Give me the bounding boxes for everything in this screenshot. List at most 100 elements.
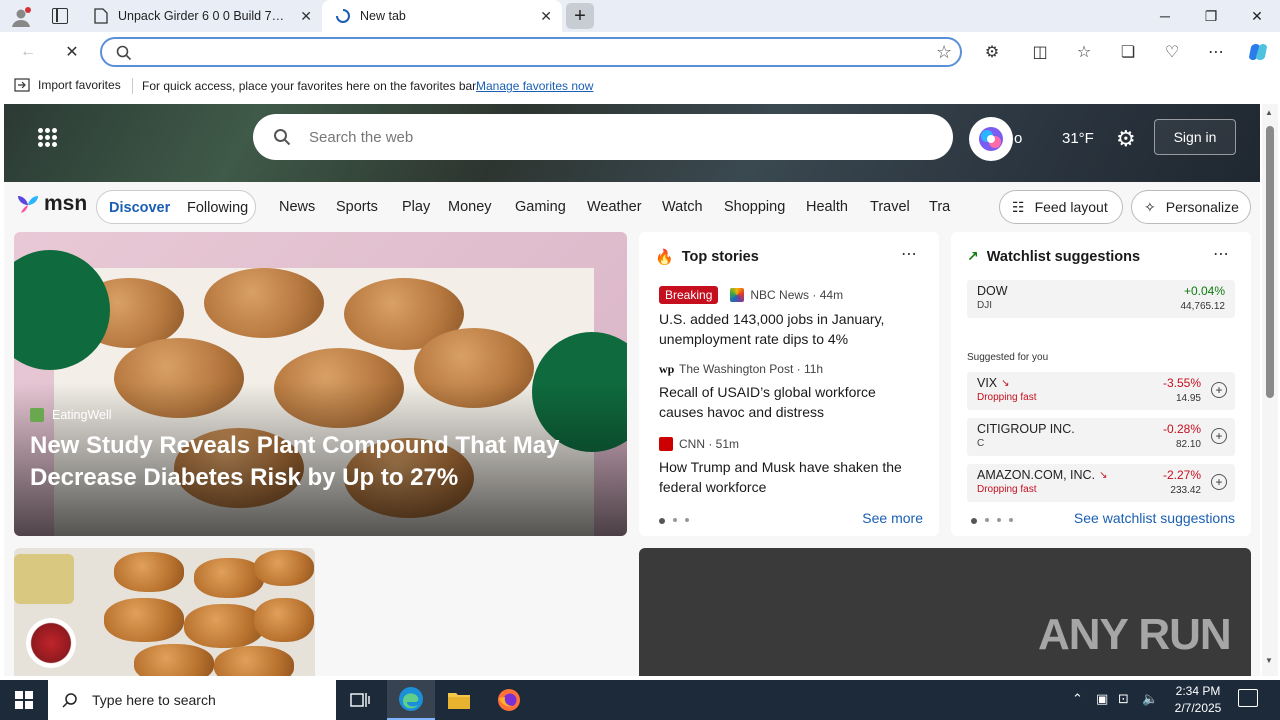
taskbar-file-explorer[interactable] (435, 680, 483, 720)
import-favorites-label: Import favorites (38, 78, 121, 92)
nav-watch[interactable]: Watch (662, 199, 703, 215)
add-to-watchlist-button[interactable]: + (1211, 474, 1227, 490)
stock-row-amazon[interactable]: AMAZON.COM, INC. ↘ Dropping fast -2.27% 2… (967, 464, 1235, 502)
carousel-pager[interactable] (971, 518, 1013, 524)
taskbar-clock[interactable]: 2:34 PM 2/7/2025 (1168, 683, 1228, 717)
nav-truncated[interactable]: Tra (929, 199, 951, 215)
tab-close-icon[interactable]: ✕ (540, 8, 552, 25)
minimize-button[interactable]: ─ (1142, 0, 1188, 32)
page-icon (94, 8, 108, 24)
stock-price: 233.42 (1170, 485, 1201, 496)
favorites-bar: Import favorites For quick access, place… (0, 72, 1280, 100)
tab-discover[interactable]: Discover (109, 200, 170, 216)
clock-time: 2:34 PM (1175, 684, 1221, 698)
stock-price: 44,765.12 (1180, 301, 1226, 312)
hero-article-card[interactable]: EatingWell New Study Reveals Plant Compo… (14, 232, 627, 536)
scroll-down-icon[interactable]: ▼ (1265, 656, 1273, 665)
favorite-star-icon[interactable]: ☆ (936, 42, 952, 63)
add-to-watchlist-button[interactable]: + (1211, 428, 1227, 444)
stock-price: 14.95 (1175, 393, 1201, 404)
start-button[interactable] (0, 680, 48, 720)
nav-sports[interactable]: Sports (336, 199, 378, 215)
copilot-icon[interactable] (1246, 40, 1270, 64)
stock-symbol: DOW (977, 284, 1008, 298)
profile-icon[interactable] (10, 6, 32, 28)
task-view-button[interactable] (336, 680, 384, 720)
story-headline[interactable]: Recall of USAID’s global workforce cause… (659, 382, 919, 422)
collections-icon[interactable]: ❏ (1116, 40, 1140, 64)
hero-headline[interactable]: New Study Reveals Plant Compound That Ma… (30, 430, 590, 494)
new-tab-button[interactable]: + (566, 3, 594, 29)
taskbar-edge[interactable] (387, 680, 435, 720)
down-trend-icon: ↘ (1099, 469, 1108, 481)
settings-gear-icon[interactable]: ⚙ (1116, 126, 1136, 152)
restore-button[interactable]: ❐ (1188, 0, 1234, 32)
add-to-watchlist-button[interactable]: + (1211, 382, 1227, 398)
taskbar-search-box[interactable]: Type here to search (48, 680, 336, 720)
browser-essentials-icon[interactable]: ♡ (1160, 40, 1184, 64)
tab-unpack-girder[interactable]: Unpack Girder 6 0 0 Build 78 Final ✕ (84, 0, 322, 32)
nav-money[interactable]: Money (448, 199, 492, 215)
taskbar-search-placeholder: Type here to search (92, 692, 216, 708)
stock-ticker: C (977, 438, 985, 449)
nav-news[interactable]: News (279, 199, 315, 215)
back-button[interactable]: ← (16, 40, 40, 64)
taskbar-firefox[interactable] (485, 680, 533, 720)
app-launcher-icon[interactable] (38, 128, 58, 148)
extensions-icon[interactable]: ⚙ (980, 40, 1004, 64)
windows-logo-icon (15, 691, 33, 709)
page-scrollbar[interactable]: ▲ ▼ (1262, 104, 1278, 676)
feed-layout-button[interactable]: ☷ Feed layout (999, 190, 1123, 224)
copilot-button[interactable] (969, 117, 1013, 161)
volume-icon[interactable]: 🔈 (1142, 691, 1158, 707)
tab-following[interactable]: Following (187, 200, 248, 216)
stock-row-dow[interactable]: DOW DJI +0.04% 44,765.12 (967, 280, 1235, 318)
stock-change: -0.28% (1162, 422, 1201, 436)
close-window-button[interactable]: ✕ (1234, 0, 1280, 32)
tab-new-tab[interactable]: New tab ✕ (322, 0, 562, 32)
more-options-icon[interactable]: ⋯ (1213, 244, 1230, 264)
see-more-link[interactable]: See more (862, 510, 923, 526)
manage-favorites-link[interactable]: Manage favorites now (476, 79, 593, 93)
stop-loading-button[interactable]: ✕ (60, 40, 84, 64)
nav-gaming[interactable]: Gaming (515, 199, 566, 215)
tab-close-icon[interactable]: ✕ (300, 8, 312, 25)
tab-title: Unpack Girder 6 0 0 Build 78 Final (118, 9, 288, 23)
nav-shopping[interactable]: Shopping (724, 199, 785, 215)
nav-weather[interactable]: Weather (587, 199, 642, 215)
notifications-icon[interactable] (1238, 689, 1258, 707)
web-search-box[interactable]: Search the web (253, 114, 953, 160)
weather-temperature[interactable]: 31°F (1062, 130, 1094, 147)
scroll-up-icon[interactable]: ▲ (1265, 108, 1273, 117)
network-icon[interactable]: ⊡ (1118, 691, 1129, 707)
tray-device-icon[interactable]: ▣ (1096, 691, 1108, 707)
sign-in-button[interactable]: Sign in (1154, 119, 1236, 155)
favorites-icon[interactable]: ☆ (1072, 40, 1096, 64)
story-headline[interactable]: How Trump and Musk have shaken the feder… (659, 457, 919, 497)
address-bar[interactable]: ☆ (100, 37, 962, 67)
hero-source: EatingWell (30, 408, 112, 422)
tray-chevron-icon[interactable]: ⌃ (1072, 691, 1083, 707)
see-watchlist-link[interactable]: See watchlist suggestions (1074, 510, 1235, 526)
msn-logo[interactable]: msn (16, 192, 87, 216)
story-headline[interactable]: U.S. added 143,000 jobs in January, unem… (659, 309, 919, 349)
sparkle-icon: ✧ (1144, 198, 1156, 215)
more-options-icon[interactable]: ⋯ (901, 244, 918, 264)
nav-health[interactable]: Health (806, 199, 848, 215)
scroll-thumb[interactable] (1266, 126, 1274, 398)
header-background: Search the web o 31°F ⚙ Sign in (4, 104, 1260, 182)
stock-row-citigroup[interactable]: CITIGROUP INC. C -0.28% 82.10 + (967, 418, 1235, 456)
food-article-card[interactable] (14, 548, 315, 676)
tab-actions-icon[interactable] (52, 8, 68, 24)
address-input[interactable] (146, 44, 846, 62)
settings-more-icon[interactable]: ⋯ (1204, 40, 1228, 64)
nav-play[interactable]: Play (402, 199, 430, 215)
feed-layout-label: Feed layout (1034, 199, 1108, 215)
split-screen-icon[interactable]: ◫ (1028, 40, 1052, 64)
stock-row-vix[interactable]: VIX ↘ Dropping fast -3.55% 14.95 + (967, 372, 1235, 410)
nav-travel[interactable]: Travel (870, 199, 910, 215)
import-favorites-button[interactable]: Import favorites (14, 78, 121, 92)
stock-price: 82.10 (1175, 439, 1201, 450)
carousel-pager[interactable] (659, 518, 689, 524)
personalize-button[interactable]: ✧ Personalize (1131, 190, 1251, 224)
